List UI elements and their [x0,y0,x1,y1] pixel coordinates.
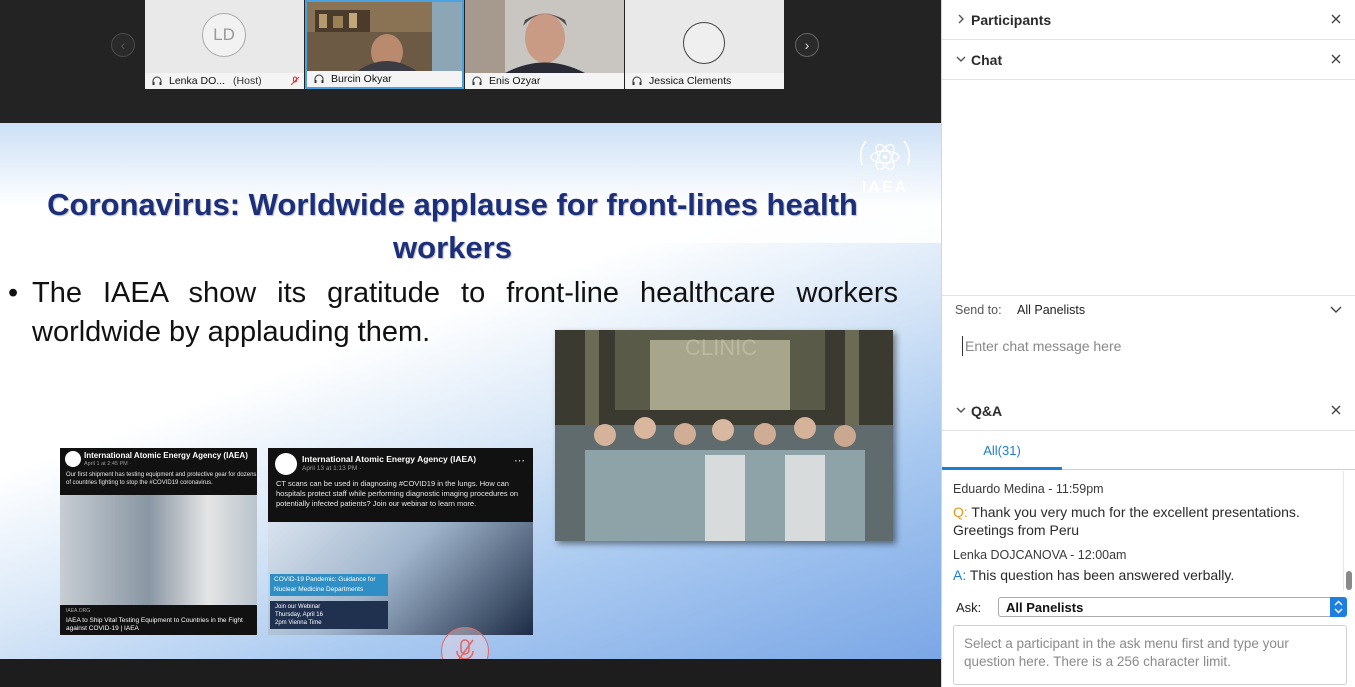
meeting-bottom-bar [0,659,941,687]
question-input[interactable] [953,625,1347,685]
tile-label: Enis Ozyar [465,73,624,89]
video-tile[interactable]: Enis Ozyar [465,0,624,89]
webinar-window: ‹ LD Lenka DO... (Host) Burcin Okyar Eni… [0,0,1355,687]
qa-tabs: All(31) [942,431,1355,470]
answer-text: This question has been answered verbally… [969,567,1235,583]
ask-select-value[interactable]: All Panelists [1006,600,1083,615]
post-text: Our first shipment has testing equipment… [66,472,257,486]
avatar: LD [202,13,246,57]
lab-technician-image [60,495,257,605]
qa-question: Q: Thank you very much for the excellent… [953,503,1323,539]
qa-item-meta: Lenka DOJCANOVA - 12:00am [953,548,1127,562]
post-account: International Atomic Energy Agency (IAEA… [302,454,477,464]
tile-label: Jessica Clements [625,73,784,89]
post-text: CT scans can be used in diagnosing #COVI… [276,479,519,508]
headset-icon [632,76,642,85]
question-text: Thank you very much for the excellent pr… [953,504,1300,538]
tab-all[interactable]: All(31) [942,431,1062,470]
webinar-line: Join our Webinar [275,604,321,610]
host-tag: (Host) [233,75,262,87]
qa-answer: A: This question has been answered verba… [953,566,1323,584]
headset-icon [152,76,162,85]
slide-title: Coronavirus: Worldwide applause for fron… [47,187,858,265]
participant-name: Enis Ozyar [489,75,541,87]
ask-label: Ask: [956,600,982,615]
chevron-down-icon[interactable] [954,52,968,66]
tile-label: Burcin Okyar [307,71,462,87]
chevron-right-icon[interactable]: › [795,33,819,57]
post-site: IAEA.ORG [66,608,91,614]
post-account: International Atomic Energy Agency (IAEA… [84,451,248,460]
participants-section-header[interactable]: Participants [942,0,1355,40]
send-to-select[interactable]: All Panelists [1017,303,1085,317]
bullet-dot-icon: • [8,277,19,309]
post-banner: COVID-19 Pandemic: Guidance for Nuclear … [270,574,388,596]
shared-slide: IAEA Coronavirus: Worldwide applause for… [0,123,941,659]
participants-title: Participants [971,12,1052,28]
participant-name: Burcin Okyar [331,73,392,85]
chevron-down-icon[interactable] [954,403,968,417]
question-prefix: Q: [953,504,968,520]
participant-video-strip: ‹ LD Lenka DO... (Host) Burcin Okyar Eni… [0,0,941,90]
chat-title: Chat [971,52,1003,68]
participant-video [465,0,624,73]
photo-overlay-text: CLINIC [685,335,757,360]
select-arrows-icon[interactable] [1330,597,1347,617]
muted-mic-button[interactable] [441,627,489,659]
participant-video [307,2,462,75]
meeting-stage: ‹ LD Lenka DO... (Host) Burcin Okyar Eni… [0,0,941,687]
social-post-shipment: International Atomic Energy Agency (IAEA… [60,448,257,635]
chat-input[interactable] [962,336,1342,356]
qa-title: Q&A [971,403,1003,419]
video-tile-host[interactable]: LD Lenka DO... (Host) [145,0,304,89]
applause-photo: CLINIC [555,330,893,541]
chat-messages-area [942,80,1355,296]
iaea-avatar-icon [65,451,81,467]
webinar-info: Join our Webinar Thursday, April 16 2pm … [270,601,388,629]
close-icon[interactable] [1330,13,1342,25]
webinar-line: 2pm Vienna Time [275,620,322,626]
qa-section-header[interactable]: Q&A [942,391,1355,431]
answer-prefix: A: [953,567,967,583]
post-headline: IAEA to Ship Vital Testing Equipment to … [66,617,243,632]
headset-icon [314,74,324,83]
qa-scrollbar-thumb[interactable] [1346,571,1352,590]
side-panel: Participants Chat Send to: All Panelists… [941,0,1355,687]
more-options-icon: ⋯ [514,455,525,467]
chevron-down-icon[interactable] [1329,304,1343,316]
chevron-right-icon[interactable] [954,12,968,26]
video-tile[interactable]: Jessica Clements [625,0,784,89]
post-date: April 1 at 2:45 PM · [84,461,132,467]
video-tile-active-speaker[interactable]: Burcin Okyar [305,0,464,89]
hospital-staff-image: CLINIC [555,330,893,541]
tile-label: Lenka DO... (Host) [145,73,304,89]
muted-mic-icon [456,639,474,659]
muted-mic-icon [290,76,300,86]
social-post-webinar: International Atomic Energy Agency (IAEA… [268,448,533,635]
close-icon[interactable] [1330,404,1342,416]
participant-name: Jessica Clements [649,75,732,87]
qa-list: Eduardo Medina - 11:59pm Q: Thank you ve… [942,471,1342,591]
qa-item-meta: Eduardo Medina - 11:59pm [953,482,1104,496]
chat-section-header[interactable]: Chat [942,40,1355,80]
webinar-line: Thursday, April 16 [275,612,323,618]
close-icon[interactable] [1330,53,1342,65]
iaea-avatar-icon [275,453,297,475]
avatar [683,22,725,64]
atom-emblem-icon [859,140,911,171]
post-date: April 13 at 1:13 PM · [302,465,362,472]
participant-name: Lenka DO... [169,75,226,87]
send-to-label: Send to: [955,303,1002,317]
chevron-left-icon[interactable]: ‹ [111,33,135,57]
headset-icon [472,76,482,85]
